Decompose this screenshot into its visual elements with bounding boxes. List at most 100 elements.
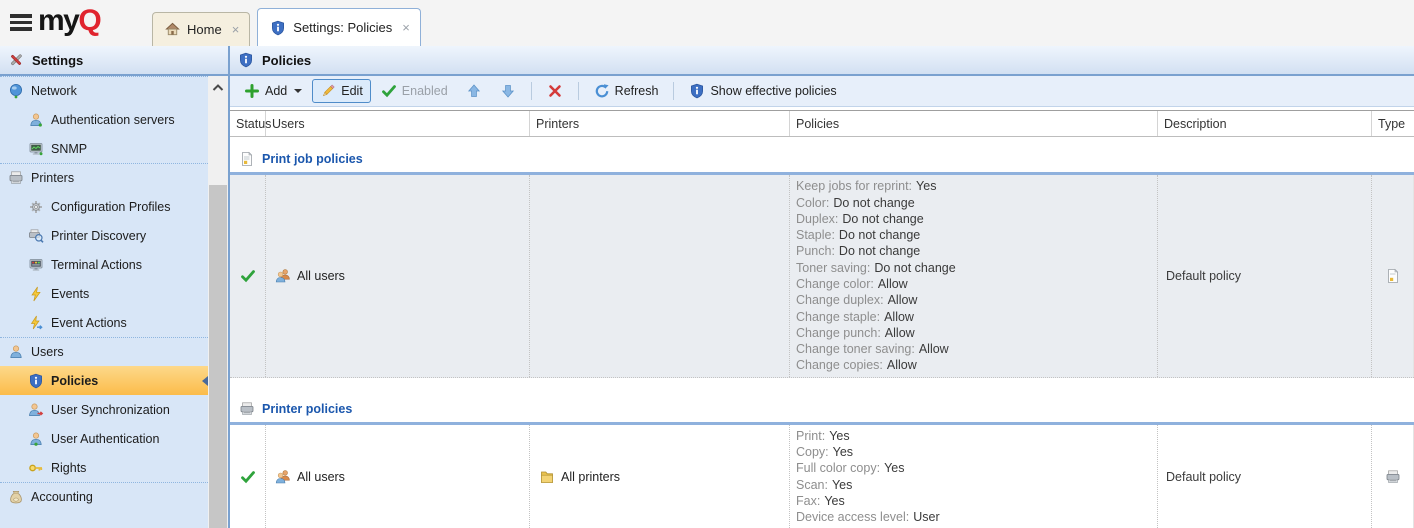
sidebar-item-user-authentication[interactable]: User Authentication [0,424,208,453]
moneybag-icon [8,489,24,505]
policy-line: Change toner saving:Allow [796,341,949,357]
group-header-print-job-policies: Print job policies [230,145,1414,175]
sidebar-item-label: Configuration Profiles [51,200,171,214]
tab-settings-label: Settings: Policies [293,20,392,35]
users-value: All users [297,269,345,283]
sidebar-item-users[interactable]: Users [0,337,208,366]
print-job-policy-icon [239,151,255,167]
sidebar-item-network[interactable]: Network [0,76,208,105]
move-up-button[interactable] [458,79,490,103]
refresh-button[interactable]: Refresh [586,79,667,103]
status-cell [230,175,266,377]
group-header-printer-policies: Printer policies [230,395,1414,425]
policies-cell: Print:Yes Copy:Yes Full color copy:Yes S… [790,425,1158,528]
policy-line: Change punch:Allow [796,325,915,341]
users-value: All users [297,470,345,484]
tab-home-label: Home [187,22,222,37]
edit-button[interactable]: Edit [312,79,371,103]
tools-icon [8,52,24,68]
policy-line: Change staple:Allow [796,309,914,325]
sidebar-item-label: Event Actions [51,316,127,330]
policy-line: Change copies:Allow [796,357,917,373]
sidebar-item-printers[interactable]: Printers [0,163,208,192]
pencil-icon [320,83,336,99]
shield-icon [28,373,44,389]
sidebar-item-event-actions[interactable]: Event Actions [0,308,208,337]
policy-line: Color:Do not change [796,195,915,211]
description-cell: Default policy [1158,425,1372,528]
globe-icon [8,83,24,99]
sidebar-item-label: Network [31,84,77,98]
add-button[interactable]: Add [236,79,310,103]
sidebar-item-printer-discovery[interactable]: Printer Discovery [0,221,208,250]
printers-cell [530,175,790,377]
description-value: Default policy [1166,269,1241,283]
sidebar-item-events[interactable]: Events [0,279,208,308]
sidebar-item-policies[interactable]: Policies [0,366,208,395]
move-down-button[interactable] [492,79,524,103]
key-icon [28,460,44,476]
tab-settings-policies[interactable]: Settings: Policies × [257,8,421,46]
description-cell: Default policy [1158,175,1372,377]
sidebar-item-label: User Synchronization [51,403,170,417]
user-auth-icon [28,431,44,447]
sidebar-item-user-synchronization[interactable]: User Synchronization [0,395,208,424]
edit-label: Edit [341,84,363,98]
sidebar-item-configuration-profiles[interactable]: Configuration Profiles [0,192,208,221]
policy-line: Punch:Do not change [796,243,920,259]
refresh-icon [594,83,610,99]
scrollbar-up-icon[interactable] [208,76,228,98]
users-cell: All users [266,425,530,528]
plus-icon [244,83,260,99]
tab-home-close-icon[interactable]: × [232,22,240,37]
show-effective-policies-button[interactable]: Show effective policies [681,79,844,103]
show-effective-label: Show effective policies [710,84,836,98]
sidebar-item-snmp[interactable]: SNMP [0,134,208,163]
tab-home[interactable]: Home × [152,12,250,46]
caret-down-icon [294,89,302,93]
column-header-description[interactable]: Description [1158,111,1372,136]
sidebar-scrollbar[interactable] [208,76,228,528]
shield-icon [238,52,254,68]
sidebar-item-label: Terminal Actions [51,258,142,272]
scrollbar-thumb[interactable] [209,185,227,528]
arrow-down-icon [500,83,516,99]
terminal-icon [28,257,44,273]
column-header-status[interactable]: Status [230,111,266,136]
tab-settings-close-icon[interactable]: × [402,20,410,35]
toolbar-separator [673,82,674,100]
policy-line: Full color copy:Yes [796,460,904,476]
sidebar-item-terminal-actions[interactable]: Terminal Actions [0,250,208,279]
delete-x-icon [547,83,563,99]
sidebar-item-label: Users [31,345,64,359]
sidebar-item-accounting[interactable]: Accounting [0,482,208,511]
column-header-users[interactable]: Users [266,111,530,136]
logo-q: Q [78,4,100,37]
policy-line: Print:Yes [796,428,850,444]
column-header-printers[interactable]: Printers [530,111,790,136]
sidebar-items: Network Authentication servers SNMP Prin… [0,76,208,528]
policy-line: Device access level:User [796,509,940,525]
printer-policy-icon [1385,469,1401,485]
user-icon [28,112,44,128]
sidebar-item-label: Events [51,287,89,301]
group-label: Printer policies [262,402,352,416]
type-cell [1372,425,1414,528]
column-header-type[interactable]: Type [1372,111,1414,136]
delete-button[interactable] [539,79,571,103]
all-users-icon [275,469,291,485]
sidebar-item-rights[interactable]: Rights [0,453,208,482]
main-header: Policies [230,46,1414,76]
enabled-button[interactable]: Enabled [373,79,456,103]
hamburger-menu-icon[interactable] [10,14,32,34]
sidebar-header: Settings [0,46,228,76]
table-row[interactable]: All users Keep jobs for reprint:Yes Colo… [230,175,1414,378]
user-sync-icon [28,402,44,418]
all-printers-folder-icon [539,469,555,485]
sidebar-item-authentication-servers[interactable]: Authentication servers [0,105,208,134]
table-row[interactable]: All users All printers Print:Yes Copy:Ye… [230,425,1414,528]
refresh-label: Refresh [615,84,659,98]
column-header-policies[interactable]: Policies [790,111,1158,136]
description-value: Default policy [1166,470,1241,484]
check-icon [381,83,397,99]
